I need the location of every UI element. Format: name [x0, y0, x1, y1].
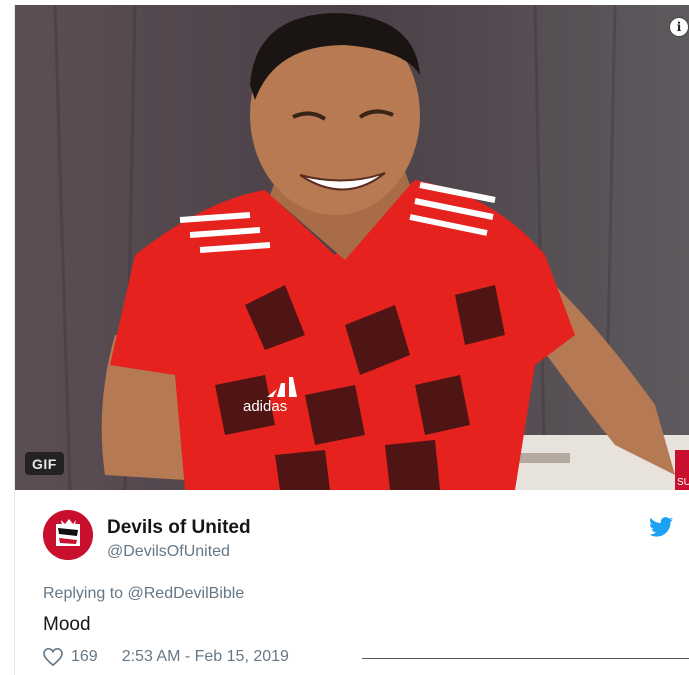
reply-mention-link[interactable]: @RedDevilBible: [128, 585, 245, 602]
display-name[interactable]: Devils of United: [107, 517, 251, 539]
tweet-text: Mood: [43, 614, 91, 635]
timestamp-link[interactable]: 2:53 AM - Feb 15, 2019: [122, 648, 289, 666]
user-handle[interactable]: @DevilsOfUnited: [107, 543, 230, 561]
divider: [362, 658, 689, 659]
heart-icon[interactable]: [43, 648, 63, 666]
avatar-logo-icon: [43, 510, 93, 560]
gif-media[interactable]: SU adidas GIF: [15, 5, 689, 490]
reply-context: Replying to @RedDevilBible: [43, 585, 244, 603]
tweet-meta: 169 2:53 AM - Feb 15, 2019: [43, 648, 289, 666]
tweet-header: Devils of United @DevilsOfUnited: [43, 510, 683, 566]
shirt-logo-text: adidas: [243, 398, 287, 415]
edge-text: SU: [677, 477, 689, 488]
gif-frame-image: SU adidas: [15, 5, 689, 490]
twitter-bird-icon[interactable]: [649, 517, 673, 537]
gif-badge: GIF: [25, 452, 64, 475]
info-icon[interactable]: i: [669, 17, 689, 37]
reply-prefix: Replying to: [43, 585, 124, 602]
embedded-tweet-card: SU adidas GIF i Devils of United @Devils…: [14, 5, 689, 675]
like-count[interactable]: 169: [71, 648, 98, 666]
avatar[interactable]: [43, 510, 93, 560]
